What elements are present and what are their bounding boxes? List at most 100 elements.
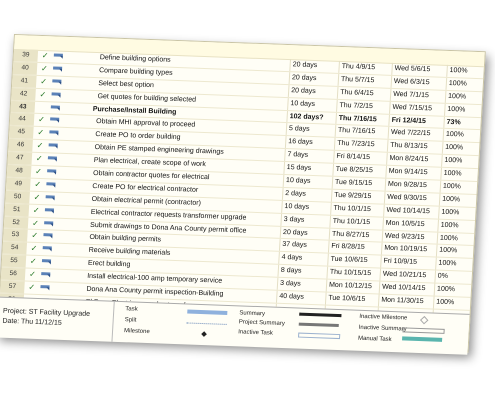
column-divider (287, 84, 290, 97)
task-name[interactable]: Erect building (88, 258, 131, 271)
task-start[interactable]: Fri 8/14/15 (336, 151, 370, 164)
column-divider (436, 232, 439, 245)
task-mode-icon (51, 92, 61, 98)
legend-split-swatch (186, 322, 227, 325)
task-finish[interactable]: Wed 5/6/15 (394, 63, 430, 76)
task-finish[interactable]: Wed 9/23/15 (385, 230, 425, 243)
inactive-milestone-diamond-icon (419, 315, 429, 325)
task-finish[interactable]: Mon 9/28/15 (388, 179, 428, 192)
task-finish[interactable]: Mon 10/19/15 (384, 243, 427, 256)
task-finish[interactable]: Wed 10/14/15 (386, 205, 430, 218)
task-start[interactable]: Thu 5/7/15 (341, 74, 375, 87)
task-percent-complete[interactable]: 100% (440, 219, 459, 232)
task-start[interactable]: Mon 10/12/15 (329, 280, 372, 293)
task-percent-complete[interactable]: 100% (448, 91, 467, 104)
task-duration[interactable]: 15 days (286, 162, 312, 175)
complete-check-icon: ✓ (39, 89, 47, 99)
task-duration[interactable]: 20 days (292, 72, 317, 85)
task-duration[interactable]: 10 days (284, 201, 309, 214)
task-percent-complete[interactable]: 100% (449, 78, 468, 91)
task-duration[interactable]: 20 days (283, 227, 308, 240)
task-duration[interactable]: 102 days? (289, 111, 324, 124)
task-start[interactable]: Thu 6/4/15 (340, 87, 374, 100)
task-start[interactable]: Thu 10/1/15 (332, 215, 371, 228)
task-start[interactable]: Tue 10/6/15 (330, 254, 368, 267)
task-finish[interactable]: Fri 10/9/15 (383, 256, 417, 269)
column-divider (327, 241, 330, 254)
task-finish[interactable]: Wed 10/14/15 (382, 282, 426, 295)
task-finish[interactable]: Thu 8/13/15 (390, 140, 428, 153)
task-id: 40 (12, 61, 38, 75)
task-duration[interactable]: 2 days (285, 188, 306, 201)
task-percent-complete[interactable]: 100% (445, 142, 464, 155)
task-percent-complete[interactable]: 100% (442, 194, 461, 207)
complete-check-icon: ✓ (37, 115, 46, 125)
task-duration[interactable]: 10 days (286, 175, 311, 188)
task-duration[interactable]: 4 days (281, 252, 302, 265)
column-divider (335, 112, 338, 125)
task-percent-complete[interactable]: 100% (440, 232, 459, 245)
task-percent-complete[interactable]: 100% (447, 104, 466, 117)
task-finish[interactable]: Mon 10/5/15 (385, 217, 425, 230)
task-start[interactable]: Tue 9/15/15 (335, 177, 373, 190)
task-duration[interactable]: 37 days (282, 239, 307, 252)
task-start[interactable]: Fri 8/28/15 (331, 241, 365, 254)
task-duration[interactable]: 7 days (287, 149, 308, 162)
task-name[interactable]: Select best option (98, 78, 154, 92)
task-start[interactable]: Thu 10/1/15 (333, 203, 371, 216)
task-percent-complete[interactable]: 100% (443, 181, 462, 194)
task-finish[interactable]: Wed 10/21/15 (382, 269, 427, 282)
task-start[interactable]: Thu 7/23/15 (337, 138, 375, 151)
task-duration[interactable]: 40 days (279, 291, 304, 304)
column-divider (388, 114, 390, 127)
task-duration[interactable]: 3 days (283, 214, 305, 227)
project-info: Project: ST Facility Upgrade Date: Thu 1… (2, 307, 90, 330)
task-duration[interactable]: 20 days (292, 59, 317, 72)
task-duration[interactable]: 5 days (289, 124, 310, 137)
task-percent-complete[interactable]: 100% (439, 245, 458, 258)
task-percent-complete[interactable]: 100% (438, 258, 457, 271)
task-finish[interactable]: Mon 8/24/15 (389, 153, 429, 166)
task-percent-complete[interactable]: 100% (441, 207, 460, 220)
task-start[interactable]: Tue 9/29/15 (334, 190, 372, 203)
task-start[interactable]: Thu 7/2/15 (339, 100, 373, 113)
task-finish[interactable]: Wed 6/3/15 (394, 76, 430, 89)
complete-check-icon: ✓ (29, 256, 37, 267)
complete-check-icon: ✓ (37, 128, 45, 138)
task-percent-complete[interactable]: 100% (443, 168, 462, 181)
task-start[interactable]: Tue 8/25/15 (335, 164, 373, 177)
task-finish[interactable]: Wed 7/22/15 (391, 127, 431, 140)
task-start[interactable]: Thu 8/27/15 (332, 228, 370, 241)
column-divider (446, 64, 448, 77)
task-finish[interactable]: Mon 9/14/15 (388, 166, 428, 179)
task-finish[interactable]: Mon 11/30/15 (381, 295, 424, 308)
task-duration[interactable]: 3 days (280, 278, 301, 291)
column-divider (438, 206, 440, 219)
task-duration[interactable]: 10 days (290, 98, 315, 111)
legend-manual-task-label: Manual Task (357, 335, 392, 343)
task-percent-complete[interactable]: 100% (437, 284, 456, 297)
task-start[interactable]: Thu 7/16/15 (338, 125, 376, 138)
task-percent-complete[interactable]: 73% (446, 116, 461, 128)
task-percent-complete[interactable]: 100% (436, 297, 455, 310)
task-duration[interactable]: 20 days (291, 85, 316, 98)
task-percent-complete[interactable]: 100% (446, 129, 465, 142)
task-mode-icon (53, 66, 63, 72)
task-start[interactable]: Thu 4/9/15 (341, 61, 375, 74)
task-start[interactable]: Thu 7/16/15 (338, 113, 378, 126)
task-percent-complete[interactable]: 0% (437, 271, 449, 283)
column-divider (280, 213, 283, 226)
task-start[interactable]: Thu 10/15/15 (329, 267, 372, 280)
task-duration[interactable]: 8 days (280, 265, 302, 278)
task-start[interactable]: Tue 10/6/15 (328, 293, 366, 306)
column-divider (382, 217, 385, 230)
task-duration[interactable]: 16 days (288, 136, 313, 149)
task-finish[interactable]: Wed 7/1/15 (393, 89, 429, 102)
task-finish[interactable]: Fri 12/4/15 (391, 114, 426, 127)
task-percent-complete[interactable]: 100% (444, 155, 463, 168)
task-mode-icon (47, 156, 58, 162)
column-divider (377, 294, 380, 307)
task-finish[interactable]: Wed 7/15/15 (392, 102, 432, 115)
task-finish[interactable]: Wed 9/30/15 (387, 192, 427, 205)
task-percent-complete[interactable]: 100% (449, 65, 468, 78)
